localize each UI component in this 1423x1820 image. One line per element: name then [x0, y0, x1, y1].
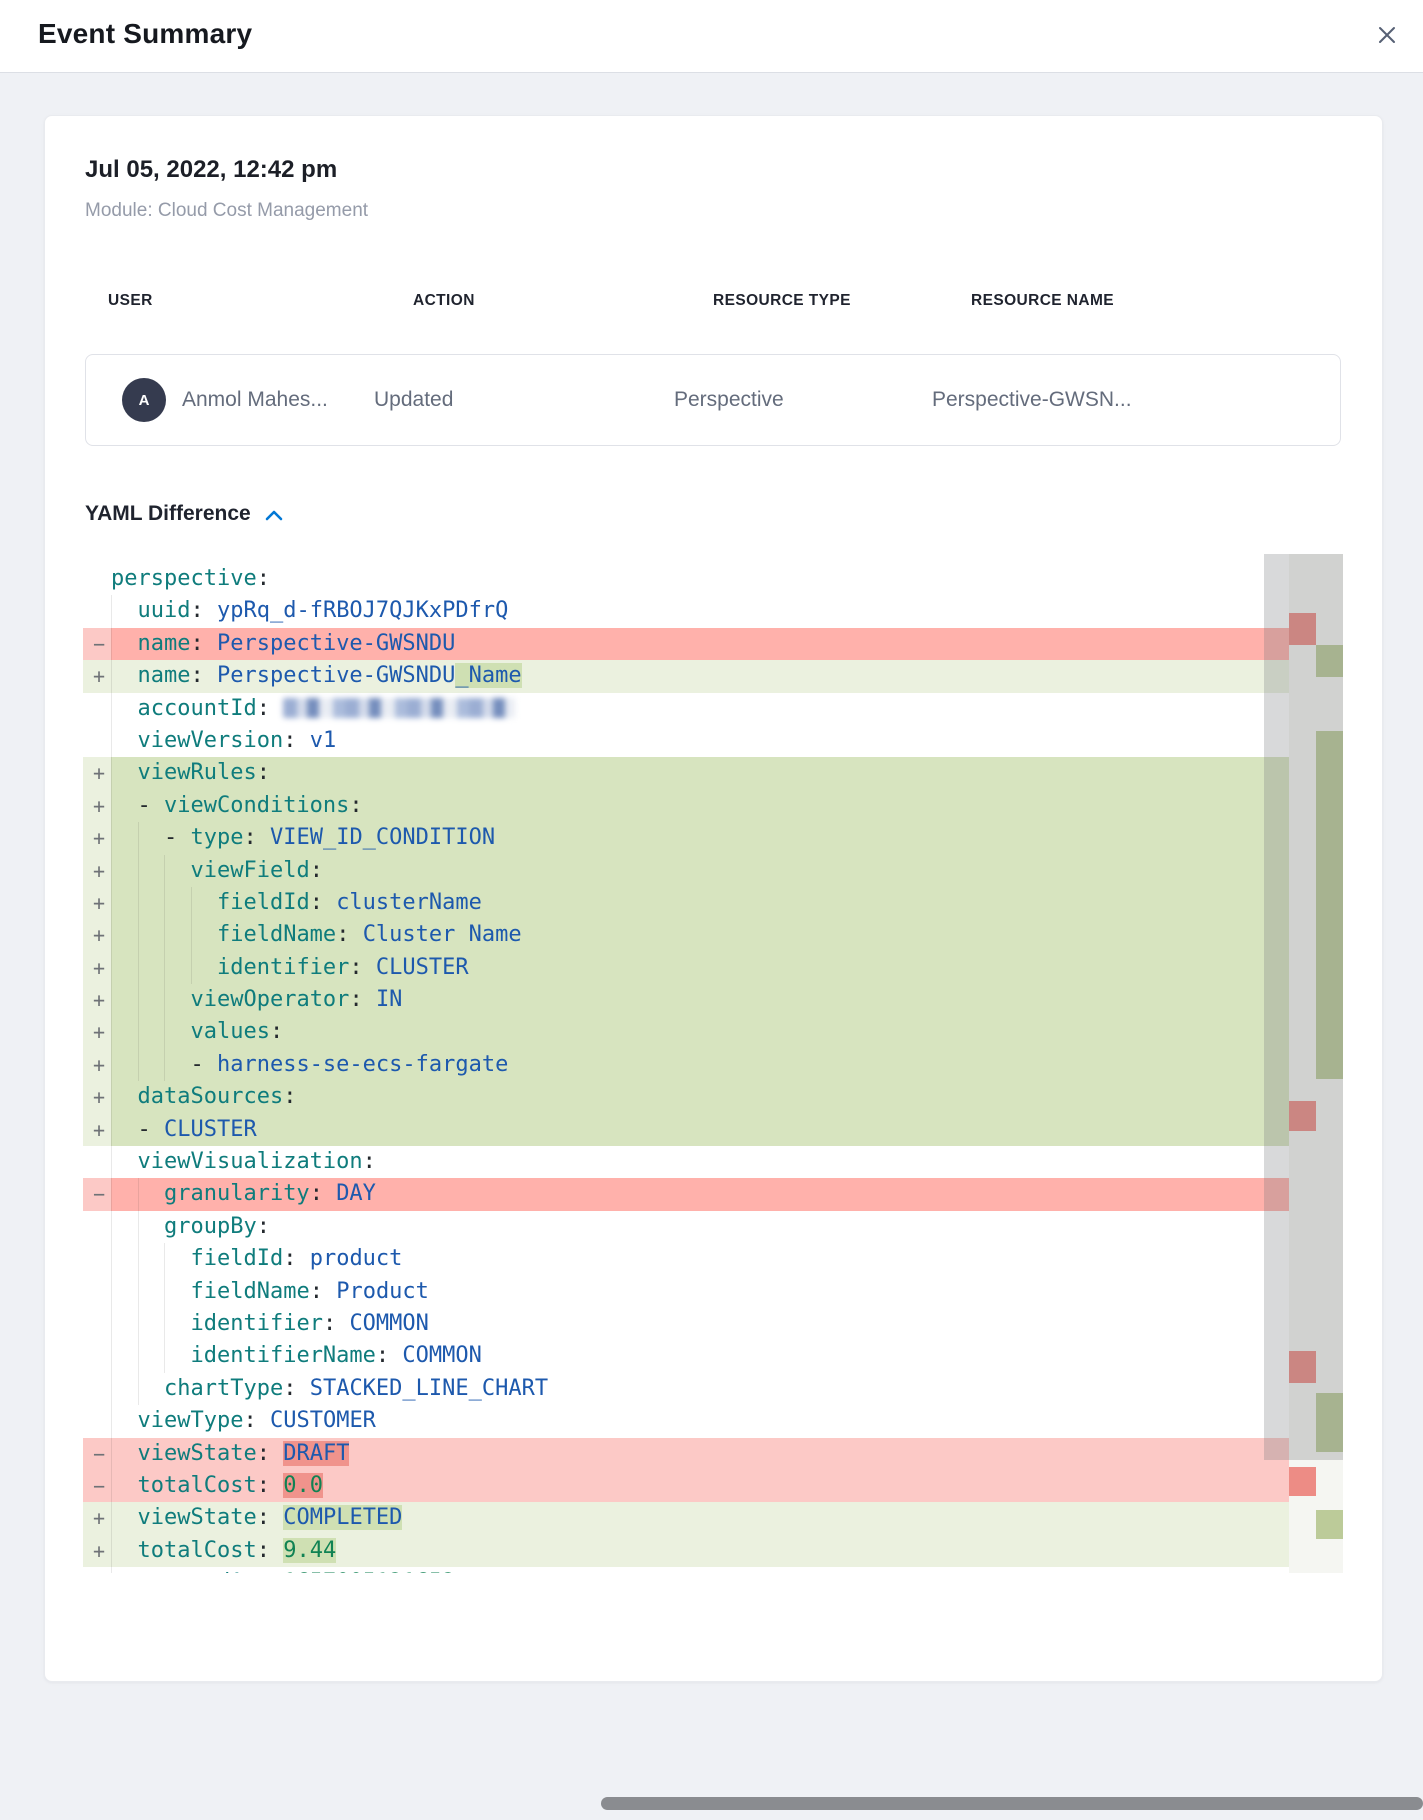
diff-gutter-marker: +: [88, 855, 110, 887]
scrollbar-slider[interactable]: [1264, 554, 1343, 1460]
redacted-value: [283, 698, 515, 718]
event-timestamp: Jul 05, 2022, 12:42 pm: [85, 156, 337, 184]
yaml-diff-viewer: perspective: uuid: ypRq_d-fRBOJ7QJKxPDfr…: [83, 554, 1343, 1573]
close-button[interactable]: [1373, 22, 1401, 50]
horizontal-scrollbar[interactable]: [601, 1797, 1423, 1810]
resource-type-value: Perspective: [674, 355, 784, 445]
column-header-action: ACTION: [413, 292, 475, 310]
audit-table-header: USER ACTION RESOURCE TYPE RESOURCE NAME: [45, 292, 1382, 316]
diff-line: groupBy:: [83, 1211, 1343, 1243]
diff-line: + viewField:: [83, 855, 1343, 887]
event-card: Jul 05, 2022, 12:42 pm Module: Cloud Cos…: [44, 115, 1383, 1682]
diff-line: + totalCost: 9.44: [83, 1535, 1343, 1567]
diff-gutter-marker: +: [88, 1016, 110, 1048]
diff-gutter-marker: +: [88, 1535, 110, 1567]
diff-line: + viewState: COMPLETED: [83, 1502, 1343, 1534]
diff-gutter-marker: +: [88, 1049, 110, 1081]
audit-row[interactable]: A Anmol Mahes... Updated Perspective Per…: [85, 354, 1341, 446]
diff-line: + dataSources:: [83, 1081, 1343, 1113]
diff-line: perspective:: [83, 563, 1343, 595]
diff-gutter-marker: +: [88, 952, 110, 984]
diff-gutter-marker: −: [88, 628, 110, 660]
diff-gutter-marker: +: [88, 1081, 110, 1113]
diff-line: identifierName: COMMON: [83, 1340, 1343, 1372]
yaml-difference-header: YAML Difference: [85, 502, 283, 526]
action-value: Updated: [374, 355, 453, 445]
diff-gutter-marker: +: [88, 1114, 110, 1146]
diff-line: createdAt: 1657005121652: [83, 1567, 1343, 1573]
ruler-mark-green: [1316, 1510, 1343, 1539]
chevron-up-icon[interactable]: [265, 510, 283, 521]
diff-line: uuid: ypRq_d-fRBOJ7QJKxPDfrQ: [83, 595, 1343, 627]
ruler-mark-red: [1289, 1467, 1316, 1496]
diff-gutter-marker: +: [88, 1502, 110, 1534]
diff-line: + values:: [83, 1016, 1343, 1048]
diff-gutter-marker: +: [88, 660, 110, 692]
diff-line: + - harness-se-ecs-fargate: [83, 1049, 1343, 1081]
diff-line: viewVisualization:: [83, 1146, 1343, 1178]
diff-gutter-marker: +: [88, 822, 110, 854]
diff-line: fieldName: Product: [83, 1276, 1343, 1308]
yaml-difference-label: YAML Difference: [85, 502, 251, 526]
diff-line: + viewOperator: IN: [83, 984, 1343, 1016]
diff-line: − name: Perspective-GWSNDU: [83, 628, 1343, 660]
column-header-resource-name: RESOURCE NAME: [971, 292, 1114, 310]
diff-gutter-marker: +: [88, 919, 110, 951]
close-icon: [1376, 24, 1398, 49]
diff-line: + fieldId: clusterName: [83, 887, 1343, 919]
diff-gutter-marker: −: [88, 1438, 110, 1470]
diff-lines: perspective: uuid: ypRq_d-fRBOJ7QJKxPDfr…: [83, 563, 1343, 1573]
diff-line: − totalCost: 0.0: [83, 1470, 1343, 1502]
diff-gutter-marker: −: [88, 1470, 110, 1502]
diff-line: + viewRules:: [83, 757, 1343, 789]
event-module: Module: Cloud Cost Management: [85, 200, 368, 222]
avatar: A: [122, 378, 166, 422]
diff-line: viewVersion: v1: [83, 725, 1343, 757]
diff-gutter-marker: +: [88, 757, 110, 789]
diff-line: fieldId: product: [83, 1243, 1343, 1275]
diff-line: + identifier: CLUSTER: [83, 952, 1343, 984]
diff-line: + - viewConditions:: [83, 790, 1343, 822]
diff-line: accountId:: [83, 693, 1343, 725]
diff-line: + name: Perspective-GWSNDU_Name: [83, 660, 1343, 692]
diff-line: identifier: COMMON: [83, 1308, 1343, 1340]
diff-line: viewType: CUSTOMER: [83, 1405, 1343, 1437]
diff-line: + - CLUSTER: [83, 1114, 1343, 1146]
column-header-user: USER: [108, 292, 153, 310]
diff-gutter-marker: −: [88, 1178, 110, 1210]
diff-line: − viewState: DRAFT: [83, 1438, 1343, 1470]
column-header-resource-type: RESOURCE TYPE: [713, 292, 851, 310]
page-title: Event Summary: [38, 18, 252, 50]
diff-gutter-marker: +: [88, 790, 110, 822]
resource-name-value: Perspective-GWSN...: [932, 355, 1132, 445]
diff-gutter-marker: +: [88, 984, 110, 1016]
modal-body: Jul 05, 2022, 12:42 pm Module: Cloud Cos…: [0, 73, 1423, 1820]
user-name: Anmol Mahes...: [182, 355, 328, 445]
diff-line: chartType: STACKED_LINE_CHART: [83, 1373, 1343, 1405]
modal-header: Event Summary: [0, 0, 1423, 73]
diff-line: + - type: VIEW_ID_CONDITION: [83, 822, 1343, 854]
diff-line: − granularity: DAY: [83, 1178, 1343, 1210]
diff-gutter-marker: +: [88, 887, 110, 919]
diff-line: + fieldName: Cluster Name: [83, 919, 1343, 951]
